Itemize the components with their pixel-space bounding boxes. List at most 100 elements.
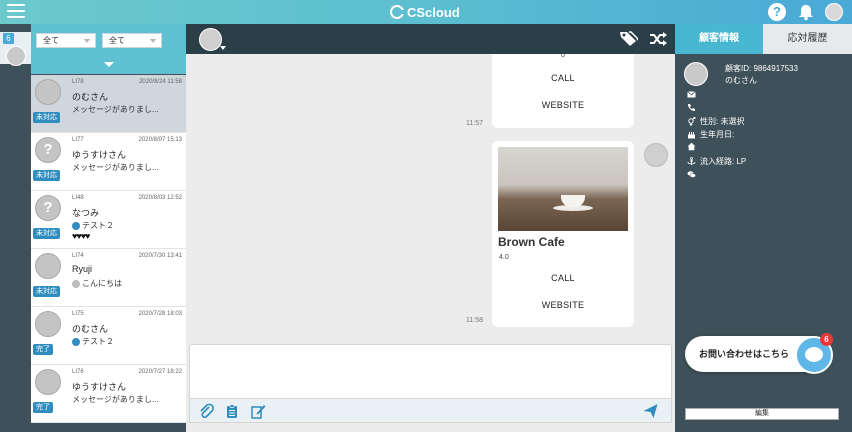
- message-time: 11:57: [466, 120, 483, 127]
- bot-avatar: [644, 143, 668, 167]
- conversation-date: 2020/7/30 13:41: [138, 253, 182, 259]
- conversation-row[interactable]: 完了 LI75 2020/7/28 18:03 のむさん テスト２: [31, 307, 186, 365]
- customer-name: なつみ: [72, 208, 100, 218]
- status-badge: 未対応: [33, 228, 60, 239]
- home-icon: [687, 142, 696, 151]
- message-composer: [186, 344, 675, 432]
- conversation-date: 2020/7/28 18:03: [138, 311, 182, 317]
- customer-name: のむさん: [72, 324, 109, 334]
- logo: CScloud: [390, 4, 460, 20]
- location-card: Brown Cafe 4.0 CALL WEBSITE: [492, 141, 634, 327]
- conversation-row[interactable]: ? 未対応 LI77 2020/8/07 15:13 ゆうすけさん メッセージが…: [31, 133, 186, 191]
- conversation-rows: 未対応 LI78 2020/8/24 11:58 のむさん メッセージがありまし…: [31, 75, 186, 423]
- customer-avatar: [684, 62, 708, 86]
- clipboard-icon[interactable]: [224, 403, 240, 419]
- chevron-down-icon[interactable]: [220, 46, 226, 50]
- unread-badge: 6: [3, 33, 14, 44]
- customer-name: Ryuji: [72, 264, 93, 274]
- preview-text: メッセージがありまし...: [72, 163, 159, 172]
- phone-icon: [688, 104, 695, 111]
- gender-row: 性別: 未選択: [687, 116, 744, 127]
- message-preview: テスト２: [72, 220, 114, 231]
- bell-icon[interactable]: [797, 3, 815, 21]
- menu-icon[interactable]: [7, 4, 25, 20]
- top-bar: CScloud ?: [0, 0, 852, 24]
- message-preview: メッセージがありまし...: [72, 162, 159, 173]
- message-preview: メッセージがありまし...: [72, 104, 159, 115]
- website-button[interactable]: WEBSITE: [492, 100, 634, 110]
- help-icon[interactable]: ?: [768, 3, 786, 21]
- message-preview: こんにちは: [72, 278, 122, 289]
- conversation-id: LI77: [72, 137, 84, 143]
- cake-icon: [688, 132, 695, 139]
- gender-text: 性別: 未選択: [700, 117, 745, 126]
- edit-button[interactable]: 編集: [685, 408, 839, 420]
- conversation-row[interactable]: 未対応 LI74 2020/7/30 13:41 Ryuji こんにちは: [31, 249, 186, 307]
- tag-icon[interactable]: [618, 29, 638, 47]
- channel-dot-icon: [72, 337, 80, 346]
- email-row: [687, 90, 696, 99]
- filter-bar: 全て 全て: [31, 24, 186, 74]
- anchor-icon: [687, 157, 696, 165]
- status-badge: 完了: [33, 402, 53, 413]
- hearts-text: ♥♥♥♥: [72, 231, 90, 241]
- conversation-date: 2020/8/07 15:13: [138, 137, 182, 143]
- birthday-row: 生年月日:: [687, 129, 734, 140]
- preview-text: こんにちは: [82, 279, 122, 288]
- customer-panel: 顧客情報 応対履歴 顧客ID: 9864917533 のむさん 性別: 未選択 …: [675, 24, 852, 432]
- status-badge: 未対応: [33, 170, 60, 181]
- type-filter-select[interactable]: 全て: [102, 33, 162, 48]
- tab-history[interactable]: 応対履歴: [763, 24, 852, 54]
- composer-toolbar: [189, 399, 672, 423]
- card-rating: 4.0: [499, 254, 509, 261]
- conversation-date: 2020/7/27 18:22: [138, 369, 182, 375]
- website-button[interactable]: WEBSITE: [492, 300, 634, 310]
- birthday-text: 生年月日:: [700, 130, 735, 139]
- message-time: 11:58: [466, 317, 483, 324]
- gender-icon: [688, 117, 696, 126]
- send-icon[interactable]: [642, 403, 659, 419]
- avatar: [35, 369, 61, 395]
- preview-text: テスト２: [82, 221, 114, 230]
- conversation-id: LI48: [72, 195, 84, 201]
- conversation-date: 2020/8/03 12:52: [138, 195, 182, 201]
- user-avatar[interactable]: [825, 3, 843, 21]
- address-row: [687, 142, 696, 151]
- status-filter-select[interactable]: 全て: [36, 33, 96, 48]
- chat-header: [186, 24, 675, 54]
- chat-row: [687, 170, 696, 179]
- avatar: ?: [35, 137, 61, 163]
- channel-avatar: [6, 46, 26, 66]
- avatar: ?: [35, 195, 61, 221]
- message-preview: テスト２: [72, 336, 114, 347]
- preview-text: テスト２: [82, 337, 114, 346]
- message-input[interactable]: [189, 344, 672, 399]
- conversation-date: 2020/8/24 11:58: [139, 79, 182, 85]
- attachment-icon[interactable]: [198, 403, 214, 419]
- customer-name: のむさん: [72, 92, 109, 102]
- edit-icon[interactable]: [250, 403, 266, 419]
- status-badge: 未対応: [33, 286, 60, 297]
- customer-id: 顧客ID: 9864917533: [725, 64, 798, 73]
- card-title: Brown Cafe: [498, 235, 565, 249]
- channel-strip: 6: [0, 24, 31, 432]
- conversation-list: 全て 全て 未対応 LI78 2020/8/24 11:58 のむさん メッセー…: [31, 24, 186, 432]
- conversation-id: LI74: [72, 253, 84, 259]
- chat-customer-avatar[interactable]: [199, 28, 222, 51]
- notification-badge: 6: [820, 333, 833, 346]
- conversation-row[interactable]: 未対応 LI78 2020/8/24 11:58 のむさん メッセージがありまし…: [31, 75, 186, 133]
- tab-customer-info[interactable]: 顧客情報: [675, 24, 763, 54]
- conversation-row[interactable]: 完了 LI76 2020/7/27 18:22 ゆうすけさん メッセージがありま…: [31, 365, 186, 423]
- chevron-down-icon[interactable]: [104, 62, 114, 67]
- source-row: 流入経路: LP: [687, 156, 746, 167]
- logo-mark-icon: [390, 5, 404, 19]
- call-button[interactable]: CALL: [492, 273, 634, 283]
- avatar: [35, 311, 61, 337]
- conversation-row[interactable]: ? 未対応 LI48 2020/8/03 12:52 なつみ テスト２ ♥♥♥♥: [31, 191, 186, 249]
- logo-text: CScloud: [407, 4, 460, 20]
- location-card: 0 CALL WEBSITE: [492, 54, 634, 128]
- shuffle-icon[interactable]: [648, 30, 668, 48]
- call-button[interactable]: CALL: [492, 73, 634, 83]
- avatar: [35, 79, 61, 105]
- preview-text: メッセージがありまし...: [72, 395, 159, 404]
